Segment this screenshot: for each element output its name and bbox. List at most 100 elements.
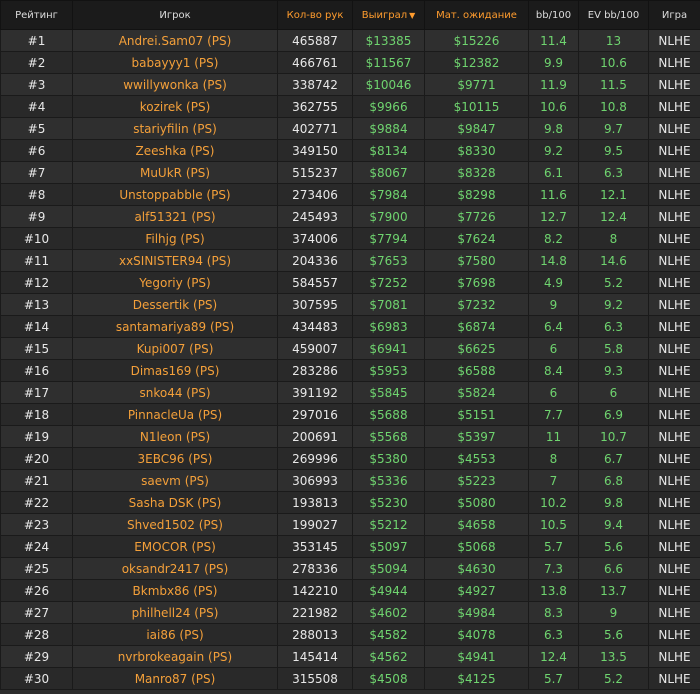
player-link[interactable]: PinnacleUa (PS): [72, 403, 278, 426]
ev-cell: $5068: [424, 535, 529, 558]
player-link[interactable]: Kupi007 (PS): [72, 337, 278, 360]
player-link[interactable]: santamariya89 (PS): [72, 315, 278, 338]
player-link[interactable]: nvrbrokeagain (PS): [72, 645, 278, 668]
player-link[interactable]: xxSINISTER94 (PS): [72, 249, 278, 272]
header-evbb100: EV bb/100: [578, 0, 649, 30]
header-ev-sort[interactable]: Мат. ожидание: [424, 0, 529, 30]
game-cell: NLHE: [648, 139, 700, 162]
game-cell: NLHE: [648, 447, 700, 470]
player-link[interactable]: philhell24 (PS): [72, 601, 278, 624]
game-cell: NLHE: [648, 227, 700, 250]
player-link[interactable]: babayyy1 (PS): [72, 51, 278, 74]
rank-cell: #16: [0, 359, 73, 382]
player-link[interactable]: kozirek (PS): [72, 95, 278, 118]
bb100-cell: 11: [528, 425, 579, 448]
player-link[interactable]: Shved1502 (PS): [72, 513, 278, 536]
game-cell: NLHE: [648, 51, 700, 74]
ev-cell: $6874: [424, 315, 529, 338]
hands-cell: 221982: [277, 601, 353, 624]
bb100-cell: 6: [528, 337, 579, 360]
bb100-cell: 6.1: [528, 161, 579, 184]
player-link[interactable]: Unstoppabble (PS): [72, 183, 278, 206]
player-link[interactable]: N1leon (PS): [72, 425, 278, 448]
header-row: Рейтинг Игрок Кол-во рук Выиграл ▼ Мат. о…: [0, 0, 700, 30]
ev-cell: $12382: [424, 51, 529, 74]
bb100-cell: 13.8: [528, 579, 579, 602]
rank-cell: #5: [0, 117, 73, 140]
hands-cell: 273406: [277, 183, 353, 206]
table-row: #14 santamariya89 (PS) 434483 $6983 $6874 6.4…: [0, 315, 700, 338]
rank-cell: #17: [0, 381, 73, 404]
rank-cell: #13: [0, 293, 73, 316]
table-row: #25 oksandr2417 (PS) 278336 $5094 $4630 7.3 6.…: [0, 557, 700, 580]
header-rank: Рейтинг: [0, 0, 73, 30]
player-link[interactable]: Manro87 (PS): [72, 667, 278, 690]
game-cell: NLHE: [648, 557, 700, 580]
player-link[interactable]: Andrei.Sam07 (PS): [72, 29, 278, 52]
bb100-cell: 9.9: [528, 51, 579, 74]
bb100-cell: 10.6: [528, 95, 579, 118]
rank-cell: #15: [0, 337, 73, 360]
evbb100-cell: 12.4: [578, 205, 649, 228]
player-link[interactable]: stariyfilin (PS): [72, 117, 278, 140]
rank-cell: #24: [0, 535, 73, 558]
player-link[interactable]: alf51321 (PS): [72, 205, 278, 228]
bb100-cell: 6.4: [528, 315, 579, 338]
won-cell: $5568: [352, 425, 425, 448]
ev-cell: $4630: [424, 557, 529, 580]
table-row: #21 saevm (PS) 306993 $5336 $5223 7 6.8 NLHE: [0, 469, 700, 492]
player-link[interactable]: snko44 (PS): [72, 381, 278, 404]
hands-cell: 200691: [277, 425, 353, 448]
player-link[interactable]: MuUkR (PS): [72, 161, 278, 184]
rank-cell: #9: [0, 205, 73, 228]
header-hands-sort[interactable]: Кол-во рук: [277, 0, 353, 30]
evbb100-cell: 5.6: [578, 623, 649, 646]
header-won-sort[interactable]: Выиграл ▼: [352, 0, 425, 30]
player-link[interactable]: Bkmbx86 (PS): [72, 579, 278, 602]
won-cell: $4508: [352, 667, 425, 690]
won-cell: $5953: [352, 359, 425, 382]
ev-cell: $4658: [424, 513, 529, 536]
evbb100-cell: 5.2: [578, 271, 649, 294]
player-link[interactable]: saevm (PS): [72, 469, 278, 492]
ev-cell: $8330: [424, 139, 529, 162]
player-link[interactable]: wwillywonka (PS): [72, 73, 278, 96]
hands-cell: 145414: [277, 645, 353, 668]
won-cell: $7984: [352, 183, 425, 206]
ev-cell: $7624: [424, 227, 529, 250]
won-cell: $4582: [352, 623, 425, 646]
evbb100-cell: 10.8: [578, 95, 649, 118]
evbb100-cell: 13.7: [578, 579, 649, 602]
table-row: #9 alf51321 (PS) 245493 $7900 $7726 12.7 12.4 N…: [0, 205, 700, 228]
table-row: #13 Dessertik (PS) 307595 $7081 $7232 9 9.2 NLH…: [0, 293, 700, 316]
ev-cell: $4984: [424, 601, 529, 624]
player-link[interactable]: 3EBC96 (PS): [72, 447, 278, 470]
won-cell: $8067: [352, 161, 425, 184]
bb100-cell: 6.3: [528, 623, 579, 646]
player-link[interactable]: Zeeshka (PS): [72, 139, 278, 162]
player-link[interactable]: Dimas169 (PS): [72, 359, 278, 382]
won-cell: $5212: [352, 513, 425, 536]
won-cell: $10046: [352, 73, 425, 96]
player-link[interactable]: Filhjg (PS): [72, 227, 278, 250]
table-row: #23 Shved1502 (PS) 199027 $5212 $4658 10.5 9.4…: [0, 513, 700, 536]
hands-cell: 391192: [277, 381, 353, 404]
game-cell: NLHE: [648, 359, 700, 382]
ev-cell: $6625: [424, 337, 529, 360]
player-link[interactable]: Yegoriy (PS): [72, 271, 278, 294]
hands-cell: 338742: [277, 73, 353, 96]
ev-cell: $5080: [424, 491, 529, 514]
player-link[interactable]: Dessertik (PS): [72, 293, 278, 316]
player-link[interactable]: EMOCOR (PS): [72, 535, 278, 558]
player-link[interactable]: Sasha DSK (PS): [72, 491, 278, 514]
header-rank-label: Рейтинг: [15, 9, 58, 21]
hands-cell: 193813: [277, 491, 353, 514]
game-cell: NLHE: [648, 315, 700, 338]
ev-cell: $4927: [424, 579, 529, 602]
table-header: Рейтинг Игрок Кол-во рук Выиграл ▼ Мат. о…: [0, 0, 700, 30]
player-link[interactable]: iai86 (PS): [72, 623, 278, 646]
bb100-cell: 11.4: [528, 29, 579, 52]
player-link[interactable]: oksandr2417 (PS): [72, 557, 278, 580]
game-cell: NLHE: [648, 535, 700, 558]
game-cell: NLHE: [648, 73, 700, 96]
